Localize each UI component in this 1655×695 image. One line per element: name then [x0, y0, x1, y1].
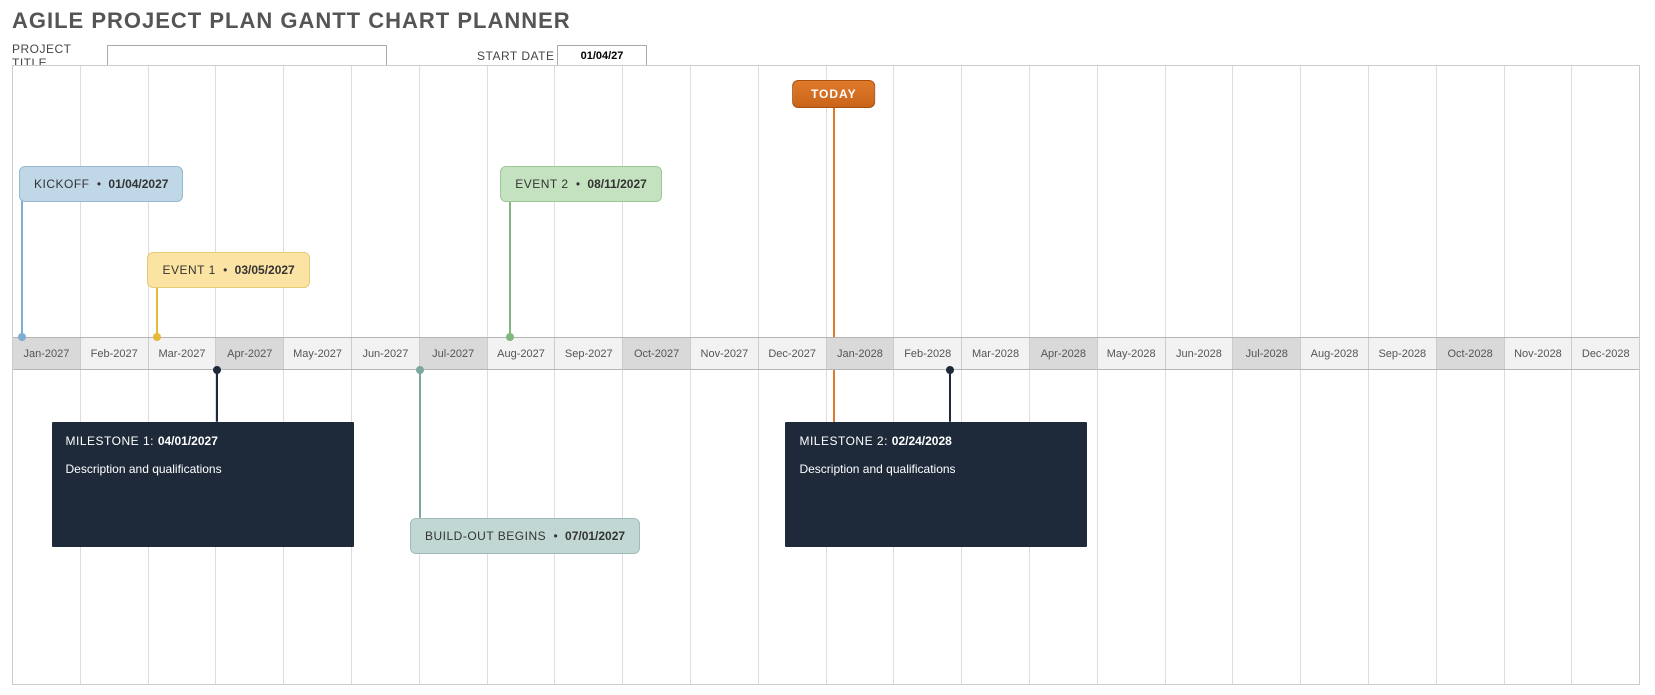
month-axis-label: Sep-2027	[555, 338, 623, 369]
month-column	[1505, 66, 1573, 684]
month-axis-label: Mar-2027	[149, 338, 217, 369]
buildout-name: BUILD-OUT BEGINS	[425, 529, 546, 543]
ms1-title: MILESTONE 1: 04/01/2027	[66, 434, 340, 448]
month-column	[1572, 66, 1639, 684]
month-axis-label: Feb-2027	[81, 338, 149, 369]
ms1-name: MILESTONE 1:	[66, 434, 158, 448]
month-column	[81, 66, 149, 684]
month-axis-label: Apr-2028	[1030, 338, 1098, 369]
project-title-input[interactable]	[107, 45, 387, 67]
month-axis-label: Mar-2028	[962, 338, 1030, 369]
ms1-dot	[213, 366, 221, 374]
ms1-box[interactable]: MILESTONE 1: 04/01/2027 Description and q…	[52, 422, 354, 547]
ms1-description: Description and qualifications	[66, 462, 340, 476]
gantt-chart: Jan-2027Feb-2027Mar-2027Apr-2027May-2027…	[12, 65, 1640, 685]
kickoff-date: 01/04/2027	[108, 177, 168, 191]
month-axis-label: Dec-2028	[1572, 338, 1639, 369]
month-axis-label: Aug-2028	[1301, 338, 1369, 369]
month-axis-label: Feb-2028	[894, 338, 962, 369]
start-date-label: START DATE	[477, 49, 557, 63]
ms2-title: MILESTONE 2: 02/24/2028	[799, 434, 1073, 448]
kickoff-dot	[18, 333, 26, 341]
event1-name: EVENT 1	[162, 263, 215, 277]
month-axis-label: Jun-2027	[352, 338, 420, 369]
month-column	[1301, 66, 1369, 684]
month-column	[691, 66, 759, 684]
event2-label[interactable]: EVENT 2 • 08/11/2027	[500, 166, 662, 202]
month-column	[1437, 66, 1505, 684]
event2-name: EVENT 2	[515, 177, 568, 191]
buildout-date: 07/01/2027	[565, 529, 625, 543]
month-column	[962, 66, 1030, 684]
month-axis: Jan-2027Feb-2027Mar-2027Apr-2027May-2027…	[13, 337, 1639, 370]
month-column	[1369, 66, 1437, 684]
ms1-date: 04/01/2027	[158, 434, 218, 448]
month-column	[488, 66, 556, 684]
start-date-input[interactable]	[557, 45, 647, 67]
event1-date: 03/05/2027	[235, 263, 295, 277]
ms2-name: MILESTONE 2:	[799, 434, 891, 448]
month-column-background	[13, 66, 1639, 684]
month-column	[284, 66, 352, 684]
month-axis-label: Dec-2027	[759, 338, 827, 369]
buildout-label[interactable]: BUILD-OUT BEGINS • 07/01/2027	[410, 518, 640, 554]
bullet-separator: •	[94, 177, 105, 191]
month-axis-label: May-2028	[1098, 338, 1166, 369]
month-axis-label: Sep-2028	[1369, 338, 1437, 369]
page-title: AGILE PROJECT PLAN GANTT CHART PLANNER	[12, 8, 1643, 34]
month-axis-label: Nov-2028	[1505, 338, 1573, 369]
month-column	[759, 66, 827, 684]
month-axis-label: Jul-2027	[420, 338, 488, 369]
event1-label[interactable]: EVENT 1 • 03/05/2027	[147, 252, 309, 288]
month-axis-label: Oct-2027	[623, 338, 691, 369]
buildout-dot	[416, 366, 424, 374]
month-axis-label: Oct-2028	[1437, 338, 1505, 369]
month-column	[1098, 66, 1166, 684]
month-axis-label: Jan-2027	[13, 338, 81, 369]
month-axis-label: Jan-2028	[827, 338, 895, 369]
buildout-connector	[419, 370, 421, 518]
month-axis-label: Apr-2027	[216, 338, 284, 369]
event2-date: 08/11/2027	[587, 177, 646, 191]
month-column	[1233, 66, 1301, 684]
month-column	[623, 66, 691, 684]
ms2-box[interactable]: MILESTONE 2: 02/24/2028 Description and q…	[785, 422, 1087, 547]
today-flag: TODAY	[792, 80, 876, 108]
month-axis-label: Aug-2027	[488, 338, 556, 369]
month-column	[827, 66, 895, 684]
month-axis-label: Jul-2028	[1233, 338, 1301, 369]
month-column	[1030, 66, 1098, 684]
ms1-connector	[216, 370, 218, 422]
month-axis-label: Jun-2028	[1166, 338, 1234, 369]
kickoff-connector	[21, 200, 23, 337]
ms2-description: Description and qualifications	[799, 462, 1073, 476]
month-column	[555, 66, 623, 684]
kickoff-name: KICKOFF	[34, 177, 90, 191]
month-column	[1166, 66, 1234, 684]
month-column	[216, 66, 284, 684]
month-column	[894, 66, 962, 684]
month-column	[352, 66, 420, 684]
month-axis-label: Nov-2027	[691, 338, 759, 369]
month-axis-label: May-2027	[284, 338, 352, 369]
month-column	[420, 66, 488, 684]
month-column	[13, 66, 81, 684]
month-column	[149, 66, 217, 684]
bullet-separator: •	[550, 529, 561, 543]
bullet-separator: •	[573, 177, 584, 191]
event2-connector	[509, 200, 511, 337]
bullet-separator: •	[220, 263, 231, 277]
kickoff-label[interactable]: KICKOFF • 01/04/2027	[19, 166, 183, 202]
ms2-date: 02/24/2028	[892, 434, 952, 448]
